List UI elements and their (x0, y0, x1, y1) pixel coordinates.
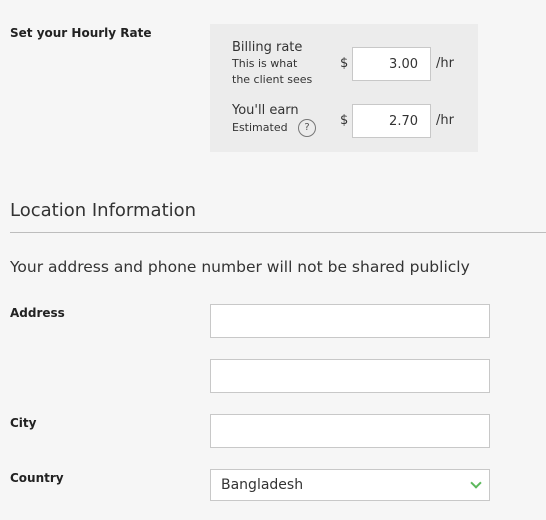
country-select[interactable]: Bangladesh (210, 469, 490, 501)
rate-panel: Billing rate This is what the client see… (210, 24, 478, 152)
address-line2-input[interactable] (210, 359, 490, 393)
help-circle-icon[interactable]: ? (298, 119, 316, 137)
hourly-rate-heading: Set your Hourly Rate (10, 26, 152, 40)
billing-rate-sub2: the client sees (232, 73, 313, 86)
city-label: City (10, 416, 37, 430)
country-select-value: Bangladesh (221, 477, 304, 493)
country-label: Country (10, 471, 64, 485)
address-line1-input[interactable] (210, 304, 490, 338)
privacy-notice: Your address and phone number will not b… (10, 258, 470, 276)
earn-sub: Estimated (232, 121, 288, 134)
city-input[interactable] (210, 414, 490, 448)
earn-currency: $ (340, 113, 349, 128)
location-section-title: Location Information (10, 200, 197, 221)
chevron-down-icon (470, 477, 482, 489)
billing-currency: $ (340, 56, 349, 71)
section-divider (10, 232, 546, 233)
earn-unit: /hr (436, 113, 454, 128)
billing-rate-sub1: This is what (232, 57, 298, 70)
billing-unit: /hr (436, 56, 454, 71)
earn-rate-input[interactable] (352, 104, 431, 138)
billing-rate-label: Billing rate (232, 40, 303, 55)
address-label: Address (10, 306, 65, 320)
earn-label: You'll earn (232, 103, 299, 118)
billing-rate-input[interactable] (352, 47, 431, 81)
